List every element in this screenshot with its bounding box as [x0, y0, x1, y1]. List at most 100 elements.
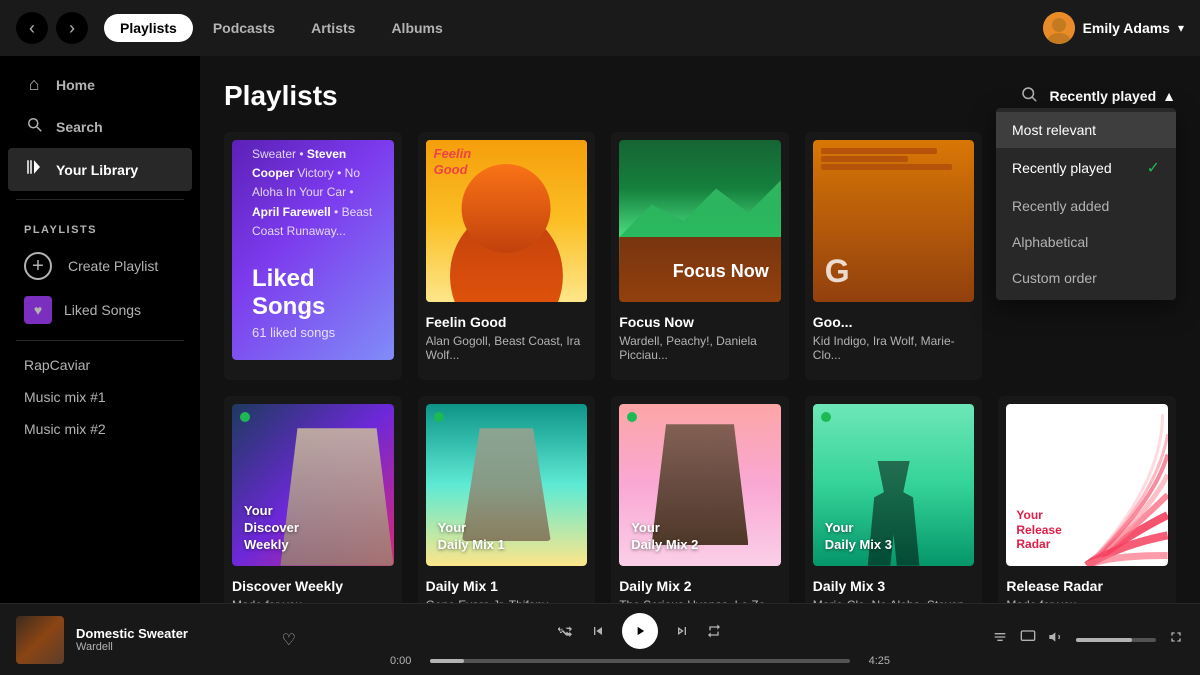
volume-fill — [1076, 638, 1132, 642]
time-total: 4:25 — [858, 655, 890, 667]
liked-heart-icon: ♥ — [24, 296, 52, 324]
create-playlist-label: Create Playlist — [68, 258, 158, 274]
daily-mix-2-label: YourDaily Mix 2 — [631, 520, 698, 554]
sidebar-divider-1 — [16, 199, 184, 200]
user-menu[interactable]: Emily Adams ▾ — [1043, 12, 1184, 44]
header-right: Recently played ▲ Most relevant Recently… — [1020, 85, 1176, 108]
dropdown-most-relevant-label: Most relevant — [1012, 122, 1096, 138]
progress-track[interactable] — [430, 659, 850, 663]
fullscreen-button[interactable] — [1168, 629, 1184, 650]
dropdown-alphabetical[interactable]: Alphabetical — [996, 224, 1176, 260]
play-button[interactable] — [622, 613, 658, 649]
sidebar-item-search[interactable]: Search — [8, 105, 192, 148]
card-focus-now[interactable]: Focus Now Focus Now Wardell, Peachy!, Da… — [611, 132, 789, 380]
sidebar-create-playlist[interactable]: + Create Playlist — [0, 244, 200, 288]
dropdown-recently-added-label: Recently added — [1012, 198, 1109, 214]
spotify-dot-4 — [821, 412, 831, 422]
discover-weekly-label: YourDiscoverWeekly — [244, 503, 299, 554]
time-current: 0:00 — [390, 655, 422, 667]
like-track-button[interactable]: ♡ — [282, 630, 296, 650]
daily-mix-1-title: Daily Mix 1 — [426, 578, 588, 594]
feelin-good-artwork: FeelinGood — [426, 140, 588, 302]
focus-now-subtitle: Wardell, Peachy!, Daniela Picciau... — [619, 334, 781, 362]
card-good[interactable]: G Goo... Kid Indigo, Ira Wolf, Marie-Clo… — [805, 132, 983, 380]
tab-artists[interactable]: Artists — [295, 14, 371, 42]
feelin-good-image: FeelinGood — [426, 140, 588, 302]
repeat-button[interactable] — [706, 623, 722, 639]
card-feelin-good[interactable]: FeelinGood Feelin Good Alan Gogoll, Beas… — [418, 132, 596, 380]
player-track-info: Domestic Sweater Wardell — [76, 626, 270, 653]
sidebar-library-label: Your Library — [56, 162, 138, 178]
dropdown-custom-order-label: Custom order — [1012, 270, 1097, 286]
feelin-good-subtitle: Alan Gogoll, Beast Coast, Ira Wolf... — [426, 334, 588, 362]
queue-button[interactable] — [992, 629, 1008, 650]
card-daily-mix-2[interactable]: YourDaily Mix 2 Daily Mix 2 The Serious … — [611, 396, 789, 603]
home-icon: ⌂ — [24, 74, 44, 95]
nav-buttons: ‹ › — [16, 12, 88, 44]
daily-mix-1-label: YourDaily Mix 1 — [438, 520, 505, 554]
sidebar-rapcaviar[interactable]: RapCaviar — [0, 349, 200, 381]
progress-bar-container: 0:00 4:25 — [390, 655, 890, 667]
sidebar-item-library[interactable]: Your Library — [8, 148, 192, 191]
focus-now-title: Focus Now — [619, 314, 781, 330]
progress-fill — [430, 659, 464, 663]
player-right — [984, 629, 1184, 650]
sidebar-musicmix1[interactable]: Music mix #1 — [0, 381, 200, 413]
tab-podcasts[interactable]: Podcasts — [197, 14, 291, 42]
card-daily-mix-3[interactable]: YourDaily Mix 3 Daily Mix 3 Marie-Clo, N… — [805, 396, 983, 603]
volume-slider[interactable] — [1076, 638, 1156, 642]
musicmix1-label: Music mix #1 — [24, 389, 106, 405]
bottom-player: Domestic Sweater Wardell ♡ 0:00 — [0, 603, 1200, 675]
tab-albums[interactable]: Albums — [375, 14, 458, 42]
release-radar-title: Release Radar — [1006, 578, 1168, 594]
sidebar-section-playlists: PLAYLISTS — [0, 208, 200, 244]
back-button[interactable]: ‹ — [16, 12, 48, 44]
card-daily-mix-1[interactable]: YourDaily Mix 1 Daily Mix 1 Gene Evaro J… — [418, 396, 596, 603]
rapcaviar-label: RapCaviar — [24, 357, 90, 373]
sidebar-divider-2 — [16, 340, 184, 341]
card-liked-songs[interactable]: Wardell Domestic Sweater • Steven Cooper… — [224, 132, 402, 380]
prev-button[interactable] — [590, 623, 606, 639]
shuffle-button[interactable] — [558, 623, 574, 639]
spotify-dot — [240, 412, 250, 422]
song-lines-text: Wardell Domestic Sweater • Steven Cooper… — [252, 140, 374, 241]
sort-dropdown-menu: Most relevant Recently played ✓ Recently… — [996, 108, 1176, 300]
liked-songs-image: Wardell Domestic Sweater • Steven Cooper… — [232, 140, 394, 360]
sort-dropdown-button[interactable]: Recently played ▲ — [1050, 88, 1176, 104]
dropdown-most-relevant[interactable]: Most relevant — [996, 112, 1176, 148]
sidebar-musicmix2[interactable]: Music mix #2 — [0, 413, 200, 445]
devices-button[interactable] — [1020, 629, 1036, 650]
daily-mix-3-title: Daily Mix 3 — [813, 578, 975, 594]
discover-weekly-image: YourDiscoverWeekly — [232, 404, 394, 566]
sidebar: ⌂ Home Search Your Library PLAYLISTS + C… — [0, 56, 200, 603]
discover-weekly-subtitle: Made for you — [232, 598, 394, 603]
sidebar-home-label: Home — [56, 77, 95, 93]
release-radar-image: YourReleaseRadar — [1006, 404, 1168, 566]
daily-mix-2-title: Daily Mix 2 — [619, 578, 781, 594]
dropdown-recently-played-label: Recently played — [1012, 160, 1112, 176]
daily-mix-1-image: YourDaily Mix 1 — [426, 404, 588, 566]
forward-button[interactable]: › — [56, 12, 88, 44]
volume-button[interactable] — [1048, 629, 1064, 650]
content-header: Playlists Recently played ▲ Most relevan… — [224, 80, 1176, 112]
liked-songs-artwork: Wardell Domestic Sweater • Steven Cooper… — [232, 140, 394, 360]
user-name: Emily Adams — [1083, 20, 1170, 36]
sidebar-liked-songs[interactable]: ♥ Liked Songs — [0, 288, 200, 332]
sidebar-item-home[interactable]: ⌂ Home — [8, 64, 192, 105]
create-playlist-btn[interactable]: + — [24, 252, 52, 280]
dropdown-recently-added[interactable]: Recently added — [996, 188, 1176, 224]
daily-mix-3-label: YourDaily Mix 3 — [825, 520, 892, 554]
card-discover-weekly[interactable]: YourDiscoverWeekly Discover Weekly Made … — [224, 396, 402, 603]
dropdown-custom-order[interactable]: Custom order — [996, 260, 1176, 296]
content-search-icon[interactable] — [1020, 85, 1038, 108]
next-button[interactable] — [674, 623, 690, 639]
good-title: Goo... — [813, 314, 975, 330]
player-thumbnail — [16, 616, 64, 664]
daily-mix-2-subtitle: The Serious Hyenas, Lo Zo, Cilantro... — [619, 598, 781, 603]
card-release-radar[interactable]: YourReleaseRadar Release Radar Made for … — [998, 396, 1176, 603]
tab-playlists[interactable]: Playlists — [104, 14, 193, 42]
good-image: G — [813, 140, 975, 302]
good-subtitle: Kid Indigo, Ira Wolf, Marie-Clo... — [813, 334, 975, 362]
dropdown-recently-played[interactable]: Recently played ✓ — [996, 148, 1176, 188]
musicmix2-label: Music mix #2 — [24, 421, 106, 437]
